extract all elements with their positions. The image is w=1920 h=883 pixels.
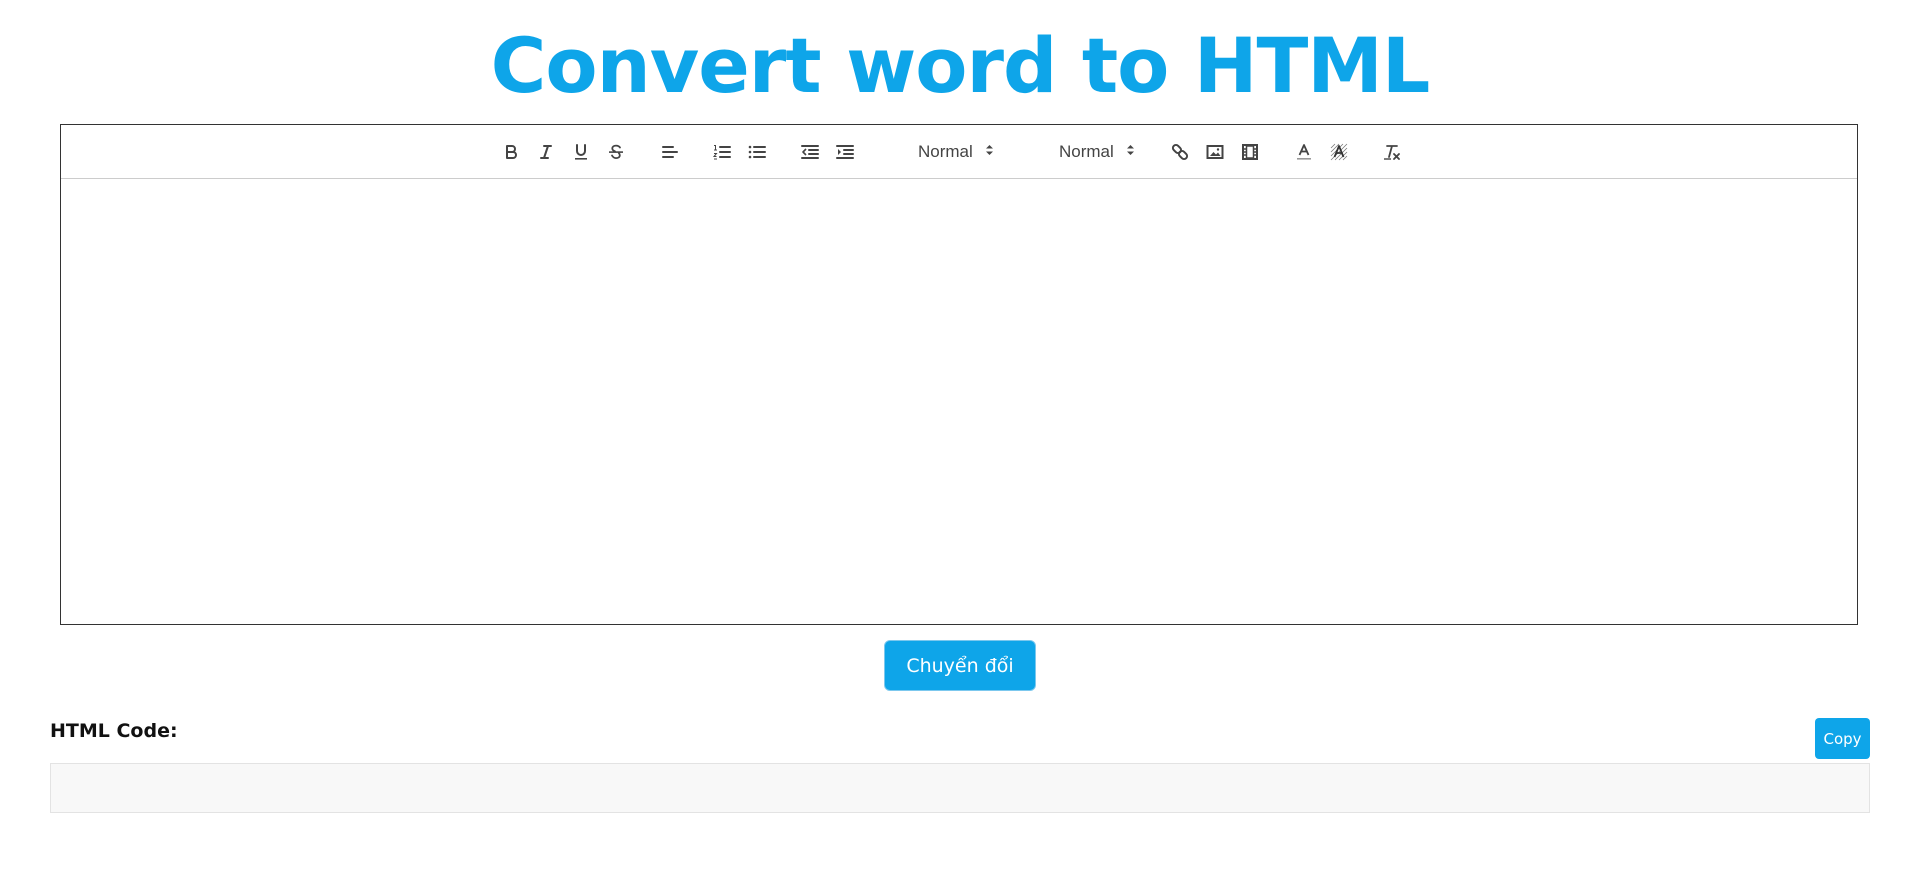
copy-button[interactable]: Copy [1815,718,1870,759]
background-color-icon [1330,143,1348,161]
bullet-list-button[interactable] [744,139,770,165]
image-icon [1206,145,1224,159]
select-arrows-icon [1126,142,1135,162]
outdent-icon [801,145,819,159]
ordered-list-icon [712,145,731,160]
link-icon [1171,143,1189,161]
header-select-value: Normal [1059,142,1114,161]
italic-button[interactable] [533,139,559,165]
underline-icon [575,144,587,160]
italic-icon [540,145,552,159]
indent-button[interactable] [832,139,858,165]
text-color-icon [1297,144,1311,160]
align-left-icon [662,146,678,158]
size-select[interactable]: Normal [918,138,994,166]
clear-format-icon [1384,145,1400,160]
clear-format-button[interactable] [1379,139,1405,165]
outdent-button[interactable] [797,139,823,165]
bold-button[interactable] [498,139,524,165]
link-button[interactable] [1167,139,1193,165]
select-arrows-icon [985,142,994,162]
underline-button[interactable] [568,139,594,165]
rich-text-editor: Normal Normal [60,124,1858,625]
image-button[interactable] [1202,139,1228,165]
bullet-list-icon [748,145,766,159]
strike-button[interactable] [603,139,629,165]
strike-icon [609,144,623,160]
background-color-button[interactable] [1326,139,1352,165]
page-title: Convert word to HTML [490,21,1431,110]
html-code-output[interactable] [50,763,1870,813]
header-select[interactable]: Normal [1059,138,1135,166]
bold-icon [506,145,517,159]
html-code-label: HTML Code: [50,720,178,742]
video-icon [1242,144,1258,160]
editor-content-area[interactable] [61,179,1857,624]
video-button[interactable] [1237,139,1263,165]
convert-button[interactable]: Chuyển đổi [884,640,1036,691]
editor-toolbar: Normal Normal [61,125,1857,179]
align-button[interactable] [656,139,682,165]
text-color-button[interactable] [1291,139,1317,165]
ordered-list-button[interactable] [709,139,735,165]
indent-icon [836,145,854,159]
size-select-value: Normal [918,142,973,161]
